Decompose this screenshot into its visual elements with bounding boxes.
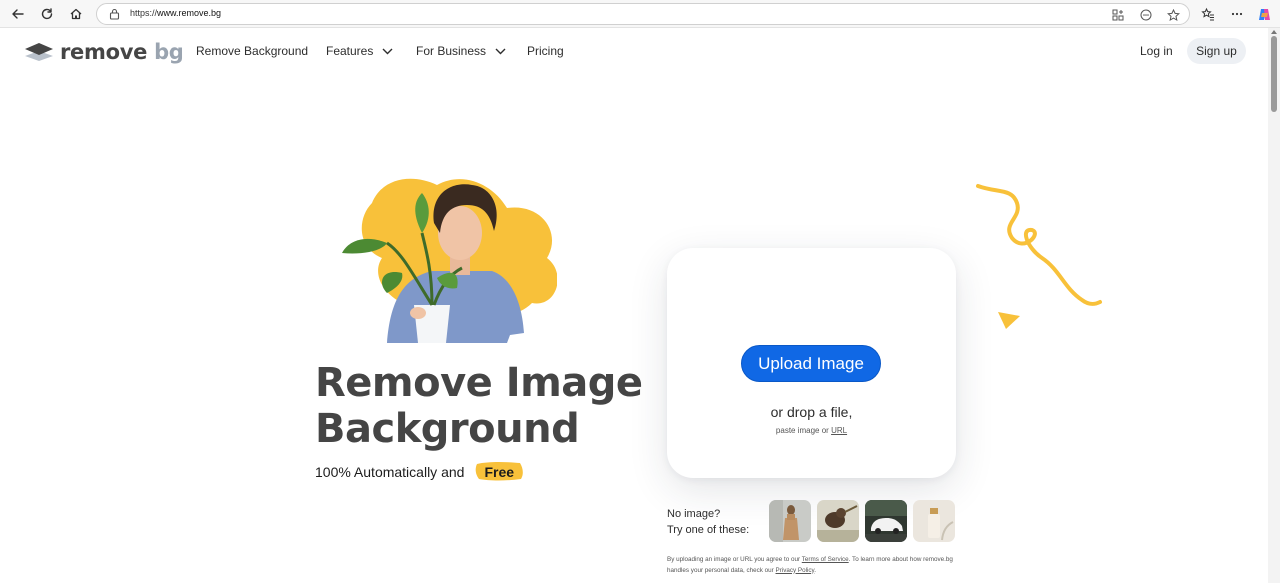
hero-subtitle-text: 100% Automatically and xyxy=(315,464,465,480)
hero-person-with-plant-image xyxy=(342,178,557,343)
hero-title-line-2: Background xyxy=(315,406,580,452)
sample-image-dog[interactable] xyxy=(817,500,859,542)
favorite-star-icon[interactable] xyxy=(1166,8,1180,22)
upload-image-button[interactable]: Upload Image xyxy=(741,345,881,382)
upload-button-label: Upload Image xyxy=(758,353,864,373)
favorites-icon[interactable] xyxy=(1198,4,1218,24)
drop-file-text: or drop a file, xyxy=(770,404,853,420)
copilot-icon[interactable] xyxy=(1254,4,1274,24)
back-icon[interactable] xyxy=(8,4,28,24)
nav-label: For Business xyxy=(416,44,487,58)
decorative-squiggle xyxy=(976,184,1102,306)
sample-image-woman[interactable] xyxy=(769,500,811,542)
logo-text: remove bg xyxy=(60,40,184,64)
url-link[interactable]: URL xyxy=(831,426,847,435)
nav-remove-background[interactable]: Remove Background xyxy=(196,44,308,58)
free-badge-label: Free xyxy=(484,464,515,480)
url-text: https://www.remove.bg xyxy=(130,8,222,18)
hero-title: Remove Image Background xyxy=(315,360,643,452)
nav-for-business[interactable]: For Business xyxy=(416,44,506,58)
hero-subtitle: 100% Automatically and Free xyxy=(315,462,524,482)
lock-icon[interactable] xyxy=(109,8,120,20)
scroll-up-icon[interactable] xyxy=(1270,28,1278,36)
nav-label: Features xyxy=(326,44,374,58)
free-badge: Free xyxy=(474,462,524,482)
address-bar[interactable]: https://www.remove.bg xyxy=(96,3,1190,25)
sample-prompt-line-2: Try one of these: xyxy=(667,524,750,536)
home-icon[interactable] xyxy=(66,4,86,24)
privacy-policy-link[interactable]: Privacy Policy xyxy=(776,567,815,574)
sample-image-cosmetic-bottle[interactable] xyxy=(913,500,955,542)
sample-image-car[interactable] xyxy=(865,500,907,542)
legal-text: By uploading an image or URL you agree t… xyxy=(667,555,967,576)
page: remove bg Remove Background Features For… xyxy=(2,28,1268,583)
more-menu-icon[interactable] xyxy=(1227,4,1247,24)
logo-icon xyxy=(25,43,53,61)
signup-label: Sign up xyxy=(1196,44,1237,58)
upload-card[interactable]: Upload Image or drop a file, paste image… xyxy=(667,248,956,478)
login-link[interactable]: Log in xyxy=(1140,44,1173,58)
page-scrollbar[interactable] xyxy=(1268,28,1280,583)
reading-options-icon[interactable] xyxy=(1139,8,1153,22)
app-available-icon[interactable] xyxy=(1111,8,1125,22)
nav-label: Pricing xyxy=(527,44,564,58)
chevron-down-icon xyxy=(495,48,506,54)
sample-prompt: No image? Try one of these: xyxy=(667,506,749,538)
decorative-triangle xyxy=(998,312,1020,329)
scroll-thumb[interactable] xyxy=(1271,36,1277,112)
nav-pricing[interactable]: Pricing xyxy=(527,44,564,58)
terms-of-service-link[interactable]: Terms of Service xyxy=(802,556,849,563)
sample-prompt-line-1: No image? xyxy=(667,508,721,520)
reload-icon[interactable] xyxy=(37,4,57,24)
hero-title-line-1: Remove Image xyxy=(315,360,643,406)
logo[interactable]: remove bg xyxy=(24,40,184,64)
legal-text-part: By uploading an image or URL you agree t… xyxy=(667,556,802,563)
nav-label: Remove Background xyxy=(196,44,309,58)
chevron-down-icon xyxy=(382,48,393,54)
signup-button[interactable]: Sign up xyxy=(1187,38,1246,64)
paste-hint-text: paste image or xyxy=(775,426,832,435)
nav-features[interactable]: Features xyxy=(326,44,393,58)
paste-hint: paste image or URL xyxy=(667,426,956,435)
legal-text-part: . xyxy=(814,566,816,574)
browser-toolbar: https://www.remove.bg xyxy=(0,0,1280,28)
